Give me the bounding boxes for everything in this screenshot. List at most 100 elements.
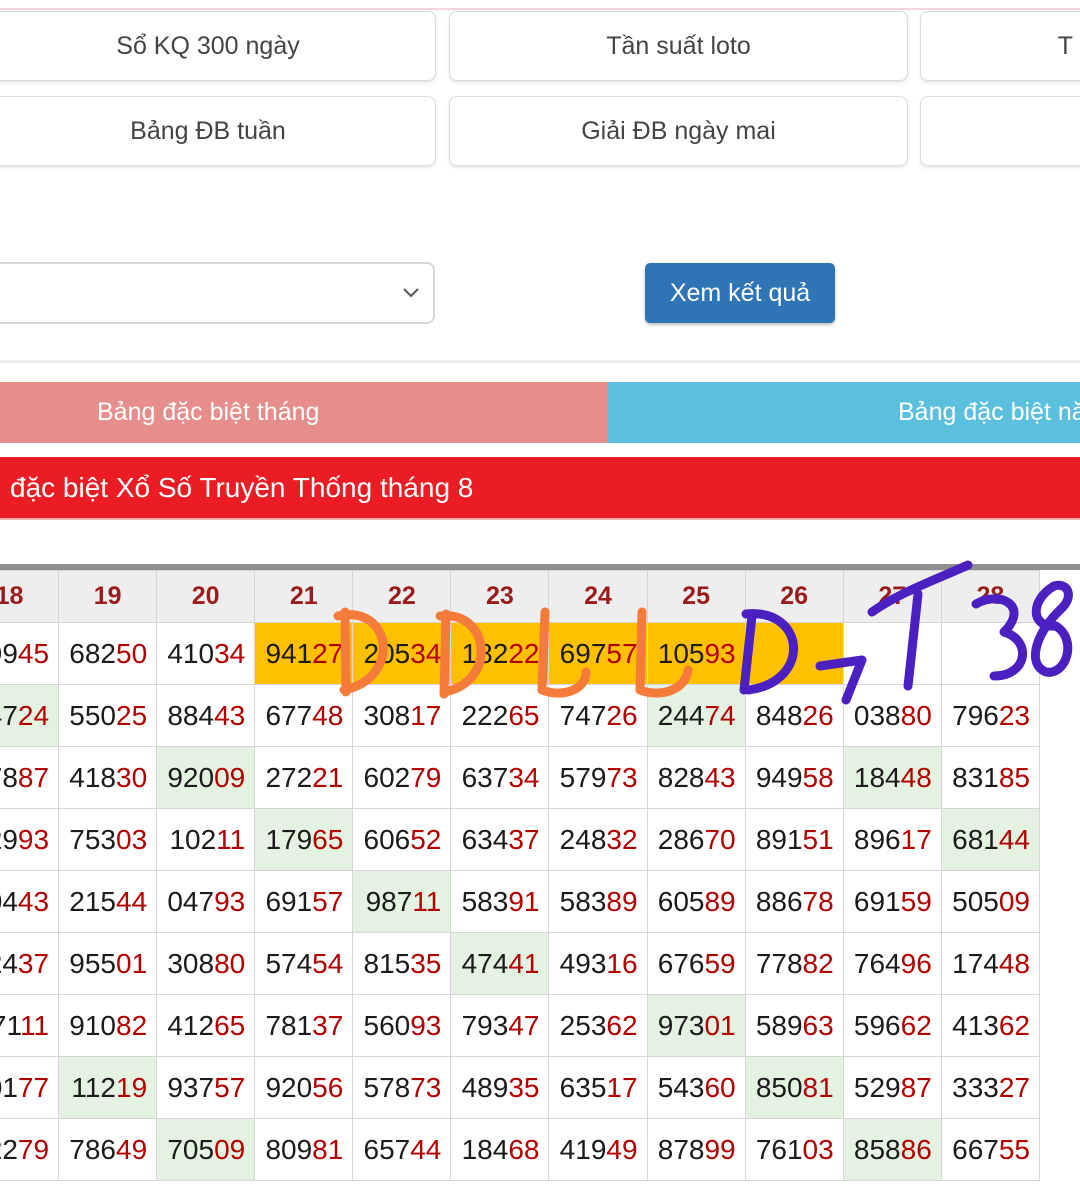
result-prefix: 657: [363, 1133, 411, 1165]
result-last-two-digits: 54: [312, 947, 344, 979]
result-last-two-digits: 85: [998, 761, 1030, 793]
result-cell: 90177: [0, 1056, 60, 1119]
result-prefix: 699: [0, 637, 18, 669]
result-last-two-digits: 11: [20, 1009, 50, 1041]
result-prefix: 920: [265, 1071, 313, 1103]
result-last-two-digits: 17: [410, 699, 442, 731]
result-last-two-digits: 27: [998, 1071, 1030, 1103]
result-cell: 79623: [940, 684, 1041, 747]
result-prefix: 764: [853, 947, 901, 979]
result-last-two-digits: 44: [116, 885, 148, 917]
result-prefix: 418: [69, 761, 116, 793]
result-last-two-digits: 55: [998, 1133, 1030, 1165]
result-cell: 58391: [450, 870, 550, 933]
nav-button-bang-db-tuan[interactable]: Bảng ĐB tuần: [0, 96, 436, 166]
result-prefix: 848: [755, 699, 803, 731]
result-cell: 10593: [646, 622, 746, 685]
nav-button-partial[interactable]: T: [920, 11, 1080, 81]
result-last-two-digits: 48: [312, 699, 344, 731]
result-prefix: 815: [363, 947, 411, 979]
result-last-two-digits: 49: [116, 1133, 148, 1165]
result-cell: 69757: [548, 622, 648, 685]
result-prefix: 781: [265, 1009, 313, 1041]
result-last-two-digits: 93: [17, 823, 50, 855]
result-cell: 41034: [156, 622, 256, 685]
result-cell: 62437: [0, 932, 60, 995]
tab-special-year[interactable]: Bảng đặc biệt năm: [608, 382, 1080, 443]
purple-8-mark: [1031, 580, 1073, 677]
result-prefix: 891: [755, 823, 803, 855]
result-last-two-digits: 21: [312, 761, 344, 793]
date-select[interactable]: [0, 262, 435, 324]
result-prefix: 182: [461, 637, 509, 669]
result-cell: 78137: [254, 994, 354, 1057]
result-prefix: 333: [952, 1071, 999, 1103]
day-header: 26: [744, 570, 844, 623]
result-last-two-digits: 44: [410, 1133, 442, 1165]
result-prefix: 184: [461, 1133, 509, 1165]
result-prefix: 949: [755, 761, 803, 793]
nav-button-label: Bảng ĐB tuần: [130, 116, 286, 145]
nav-button-so-kq-300-ngay[interactable]: Sổ KQ 300 ngày: [0, 11, 436, 81]
result-prefix: 624: [0, 947, 18, 979]
result-last-two-digits: 44: [998, 823, 1030, 855]
result-cell: 49316: [548, 932, 648, 995]
result-prefix: 667: [952, 1133, 999, 1165]
result-prefix: 529: [853, 1071, 901, 1103]
result-last-two-digits: 01: [116, 947, 148, 979]
nav-button-giai-db-ngay-mai[interactable]: Giải ĐB ngày mai: [449, 96, 908, 166]
result-cell: 47441: [450, 932, 550, 995]
result-cell: 70509: [156, 1118, 256, 1181]
result-cell: 63734: [450, 746, 550, 809]
result-prefix: 489: [461, 1071, 509, 1103]
result-cell: 60279: [352, 746, 452, 809]
result-prefix: 583: [559, 885, 607, 917]
result-cell: 93757: [156, 1056, 256, 1119]
result-last-two-digits: 50: [116, 637, 148, 669]
result-cell: 78649: [58, 1118, 158, 1181]
view-results-button[interactable]: Xem kết quả: [645, 263, 835, 323]
result-prefix: 605: [657, 885, 705, 917]
result-last-two-digits: 41: [508, 947, 540, 979]
result-last-two-digits: 32: [606, 823, 638, 855]
result-cell: 63517: [548, 1056, 648, 1119]
result-cell: 52987: [842, 1056, 942, 1119]
result-cell: 30880: [156, 932, 256, 995]
result-last-two-digits: 11: [412, 885, 442, 917]
result-cell: 22265: [450, 684, 550, 747]
result-last-two-digits: 96: [900, 947, 932, 979]
result-cell: 24474: [646, 684, 746, 747]
result-cell: 37887: [0, 746, 60, 809]
result-cell: 55025: [58, 684, 158, 747]
result-last-two-digits: 57: [214, 1071, 246, 1103]
result-prefix: 543: [657, 1071, 705, 1103]
result-cell: 69945: [0, 622, 60, 685]
result-prefix: 308: [363, 699, 411, 731]
result-cell: 74724: [0, 684, 60, 747]
result-prefix: 904: [0, 885, 18, 917]
result-last-two-digits: 22: [508, 637, 540, 669]
result-cell: 03880: [842, 684, 942, 747]
result-cell: 84826: [744, 684, 844, 747]
tab-special-month[interactable]: Bảng đặc biệt tháng: [0, 382, 608, 443]
result-last-two-digits: 16: [606, 947, 638, 979]
nav-button-label: Sổ KQ 300 ngày: [116, 31, 300, 60]
result-last-two-digits: 87: [900, 1071, 932, 1103]
result-prefix: 796: [952, 699, 999, 731]
result-cell: 92009: [156, 746, 256, 809]
result-cell: 59662: [842, 994, 942, 1057]
result-last-two-digits: 26: [606, 699, 638, 731]
result-last-two-digits: 34: [214, 637, 246, 669]
nav-button-tan-suat-loto[interactable]: Tần suất loto: [449, 11, 908, 81]
result-cell: 28670: [646, 808, 746, 871]
table-row: 9044321544047936915798711583915838960589…: [0, 870, 1041, 933]
result-cell: 79347: [450, 994, 550, 1057]
nav-button-partial-2[interactable]: [920, 96, 1080, 166]
result-prefix: 786: [69, 1133, 116, 1165]
result-cell: 18468: [450, 1118, 550, 1181]
result-cell: 69157: [254, 870, 354, 933]
result-last-two-digits: 59: [704, 947, 736, 979]
result-cell: 88678: [744, 870, 844, 933]
result-prefix: 272: [265, 761, 313, 793]
result-prefix: 676: [657, 947, 705, 979]
